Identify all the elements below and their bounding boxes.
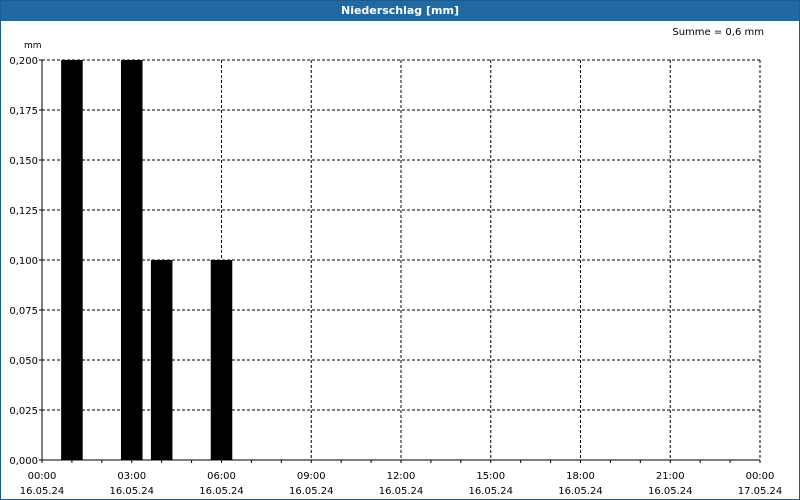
x-tick-date: 17.05.24 <box>738 486 783 497</box>
y-tick-label: 0,125 <box>9 206 38 217</box>
x-tick-date: 16.05.24 <box>109 486 154 497</box>
y-tick-label: 0,000 <box>9 456 38 467</box>
x-tick-date: 16.05.24 <box>199 486 244 497</box>
y-tick-label: 0,075 <box>9 306 38 317</box>
precipitation-bar <box>210 260 233 460</box>
x-tick-date: 16.05.24 <box>558 486 603 497</box>
x-tick-time: 21:00 <box>656 471 685 482</box>
x-tick-time: 03:00 <box>117 471 146 482</box>
y-tick-label: 0,150 <box>9 156 38 167</box>
precipitation-bar <box>120 60 143 460</box>
precipitation-bar <box>61 60 83 460</box>
x-tick-date: 16.05.24 <box>468 486 513 497</box>
precipitation-bar <box>150 260 173 460</box>
y-tick-label: 0,200 <box>9 56 38 67</box>
x-tick-time: 15:00 <box>476 471 505 482</box>
x-tick-time: 18:00 <box>566 471 595 482</box>
x-tick-time: 09:00 <box>297 471 326 482</box>
x-tick-date: 16.05.24 <box>289 486 334 497</box>
x-tick-date: 16.05.24 <box>379 486 424 497</box>
precipitation-chart: 0,000 0,025 0,050 0,075 0,100 0,125 0,150 0,175… <box>9 56 783 497</box>
y-tick-label: 0,050 <box>9 356 38 367</box>
y-tick-label: 0,175 <box>9 106 38 117</box>
x-tick-date: 16.05.24 <box>648 486 693 497</box>
x-tick-time: 06:00 <box>207 471 236 482</box>
x-tick-time: 00:00 <box>28 471 57 482</box>
x-tick-date: 16.05.24 <box>20 486 65 497</box>
y-tick-label: 0,100 <box>9 256 38 267</box>
x-tick-time: 12:00 <box>387 471 416 482</box>
y-tick-label: 0,025 <box>9 406 38 417</box>
x-tick-time: 00:00 <box>746 471 775 482</box>
